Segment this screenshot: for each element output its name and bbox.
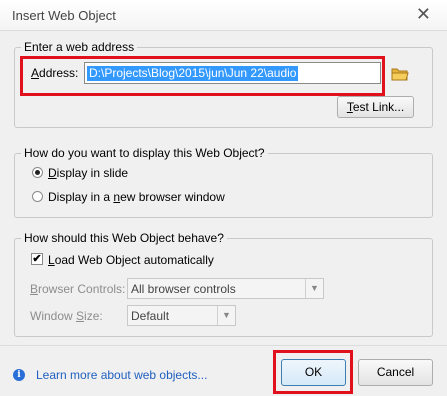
window-size-value: Default [131,309,170,323]
new-window-radio[interactable] [32,191,43,202]
display-group-legend: How do you want to display this Web Obje… [24,146,265,160]
window-size-label: Window Size: [30,309,103,323]
test-link-button[interactable]: Test Link... [337,96,414,118]
window-size-select[interactable]: Default ▼ [127,305,236,326]
browser-controls-value: All browser controls [131,282,236,296]
address-group-legend: Enter a web address [24,40,135,54]
load-automatically-checkbox[interactable]: ✔ [31,253,43,265]
title-bar: Insert Web Object ✕ [0,0,447,31]
browser-controls-select[interactable]: All browser controls ▼ [127,278,324,299]
info-icon: i [13,369,25,381]
display-in-slide-label[interactable]: Display in slide [48,166,128,180]
address-highlight [20,56,385,96]
browser-controls-label: Browser Controls: [30,282,126,296]
display-group: How do you want to display this Web Obje… [14,146,433,218]
window-title: Insert Web Object [12,8,116,23]
ok-highlight [273,350,353,394]
behave-group-legend: How should this Web Object behave? [24,231,224,245]
cancel-button[interactable]: Cancel [358,359,433,386]
close-icon[interactable]: ✕ [416,5,431,23]
new-window-label[interactable]: Display in a new browser window [48,190,225,204]
chevron-down-icon: ▼ [217,306,235,325]
display-in-slide-radio[interactable] [32,167,43,178]
footer-divider [0,345,447,346]
browse-button[interactable] [387,63,413,85]
load-automatically-label[interactable]: Load Web Object automatically [48,253,214,267]
chevron-down-icon: ▼ [305,279,323,298]
folder-icon [391,68,409,81]
cancel-label: Cancel [376,365,415,379]
learn-more-link[interactable]: Learn more about web objects... [36,368,207,382]
